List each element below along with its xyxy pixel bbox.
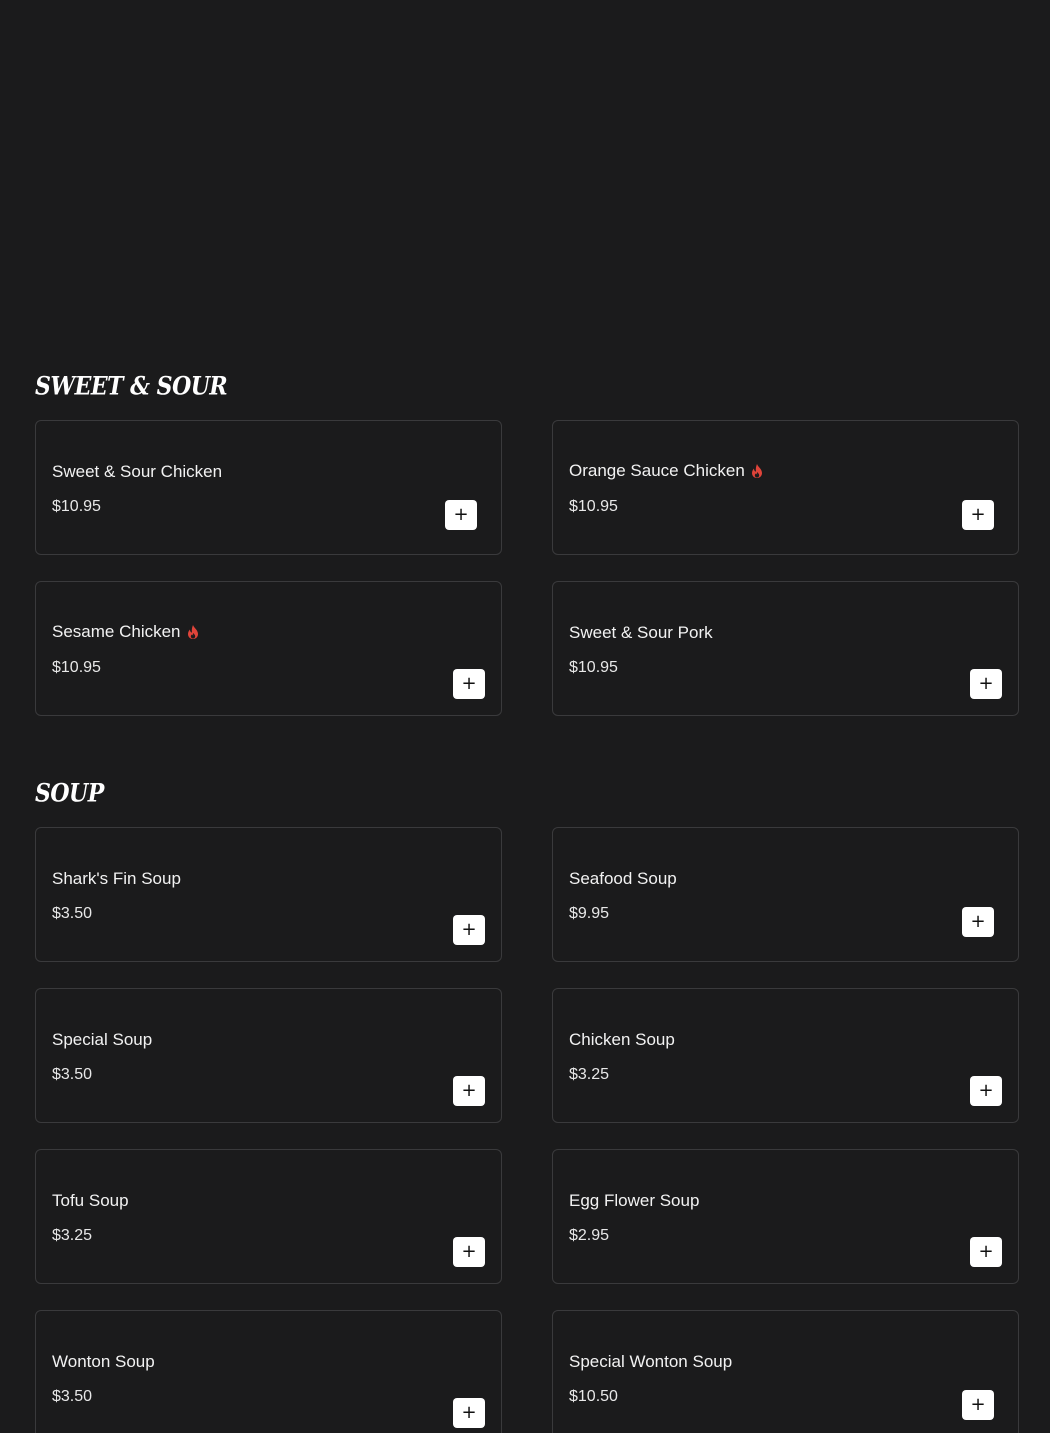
menu-item-card[interactable]: Tofu Soup $3.25 + [35,1149,502,1284]
add-to-cart-button[interactable]: + [453,1237,485,1267]
plus-icon: + [970,1394,986,1415]
plus-icon: + [970,504,986,525]
menu-item-card[interactable]: Egg Flower Soup $2.95 + [552,1149,1019,1284]
menu-item-card[interactable]: Shark's Fin Soup $3.50 + [35,827,502,962]
menu-item-card[interactable]: Sweet & Sour Pork $10.95 + [552,581,1019,716]
add-to-cart-button[interactable]: + [453,915,485,945]
add-to-cart-button[interactable]: + [453,1398,485,1428]
item-price: $9.95 [569,905,610,922]
item-name: Chicken Soup [569,1030,675,1049]
menu-item-card[interactable]: Special Soup $3.50 + [35,988,502,1123]
plus-icon: + [978,673,994,694]
plus-icon: + [978,1241,994,1262]
add-to-cart-button[interactable]: + [962,1390,994,1420]
section-title: SOUP [35,778,104,809]
item-price: $10.95 [569,659,618,676]
item-price: $3.50 [52,1066,93,1083]
menu-item-card[interactable]: Sesame Chicken $10.95 + [35,581,502,716]
menu-section-soup: SOUP Shark's Fin Soup $3.50 + Seafood So… [35,776,1021,1433]
item-name: Sweet & Sour Chicken [52,462,223,481]
item-name: Sweet & Sour Pork [569,623,713,642]
item-price: $3.25 [52,1227,93,1244]
plus-icon: + [461,1241,477,1262]
menu-section-sweet-sour: SWEET & SOUR Sweet & Sour Chicken $10.95… [35,369,1021,716]
item-price: $10.50 [569,1388,618,1405]
add-to-cart-button[interactable]: + [453,1076,485,1106]
plus-icon: + [461,1080,477,1101]
item-name: Seafood Soup [569,869,677,888]
menu-item-card[interactable]: Wonton Soup $3.50 + [35,1310,502,1433]
flame-icon [751,464,762,478]
add-to-cart-button[interactable]: + [453,669,485,699]
plus-icon: + [461,1402,477,1423]
item-name: Wonton Soup [52,1352,155,1371]
menu-item-card[interactable]: Chicken Soup $3.25 + [552,988,1019,1123]
item-price: $3.25 [569,1066,610,1083]
item-price: $3.50 [52,1388,93,1405]
item-price: $3.50 [52,905,93,922]
item-name: Special Soup [52,1030,153,1049]
item-price: $10.95 [569,498,618,515]
add-to-cart-button[interactable]: + [970,1076,1002,1106]
menu-item-card[interactable]: Orange Sauce Chicken $10.95 + [552,420,1019,555]
add-to-cart-button[interactable]: + [445,500,477,530]
add-to-cart-button[interactable]: + [970,669,1002,699]
menu-item-card[interactable]: Special Wonton Soup $10.50 + [552,1310,1019,1433]
item-name: Orange Sauce Chicken [569,461,763,481]
item-price: $10.95 [52,498,101,515]
add-to-cart-button[interactable]: + [970,1237,1002,1267]
item-name: Sesame Chicken [52,622,199,642]
plus-icon: + [461,919,477,940]
add-to-cart-button[interactable]: + [962,500,994,530]
menu-item-card[interactable]: Seafood Soup $9.95 + [552,827,1019,962]
plus-icon: + [453,504,469,525]
item-name: Tofu Soup [52,1191,129,1210]
plus-icon: + [970,911,986,932]
add-to-cart-button[interactable]: + [962,907,994,937]
item-name: Shark's Fin Soup [52,869,181,888]
flame-icon [187,625,198,639]
plus-icon: + [978,1080,994,1101]
menu-page: SWEET & SOUR Sweet & Sour Chicken $10.95… [0,0,1050,1433]
item-price: $10.95 [52,659,101,676]
item-name: Special Wonton Soup [569,1352,733,1371]
plus-icon: + [461,673,477,694]
menu-item-card[interactable]: Sweet & Sour Chicken $10.95 + [35,420,502,555]
item-name: Egg Flower Soup [569,1191,700,1210]
section-title: SWEET & SOUR [35,371,228,402]
item-price: $2.95 [569,1227,610,1244]
